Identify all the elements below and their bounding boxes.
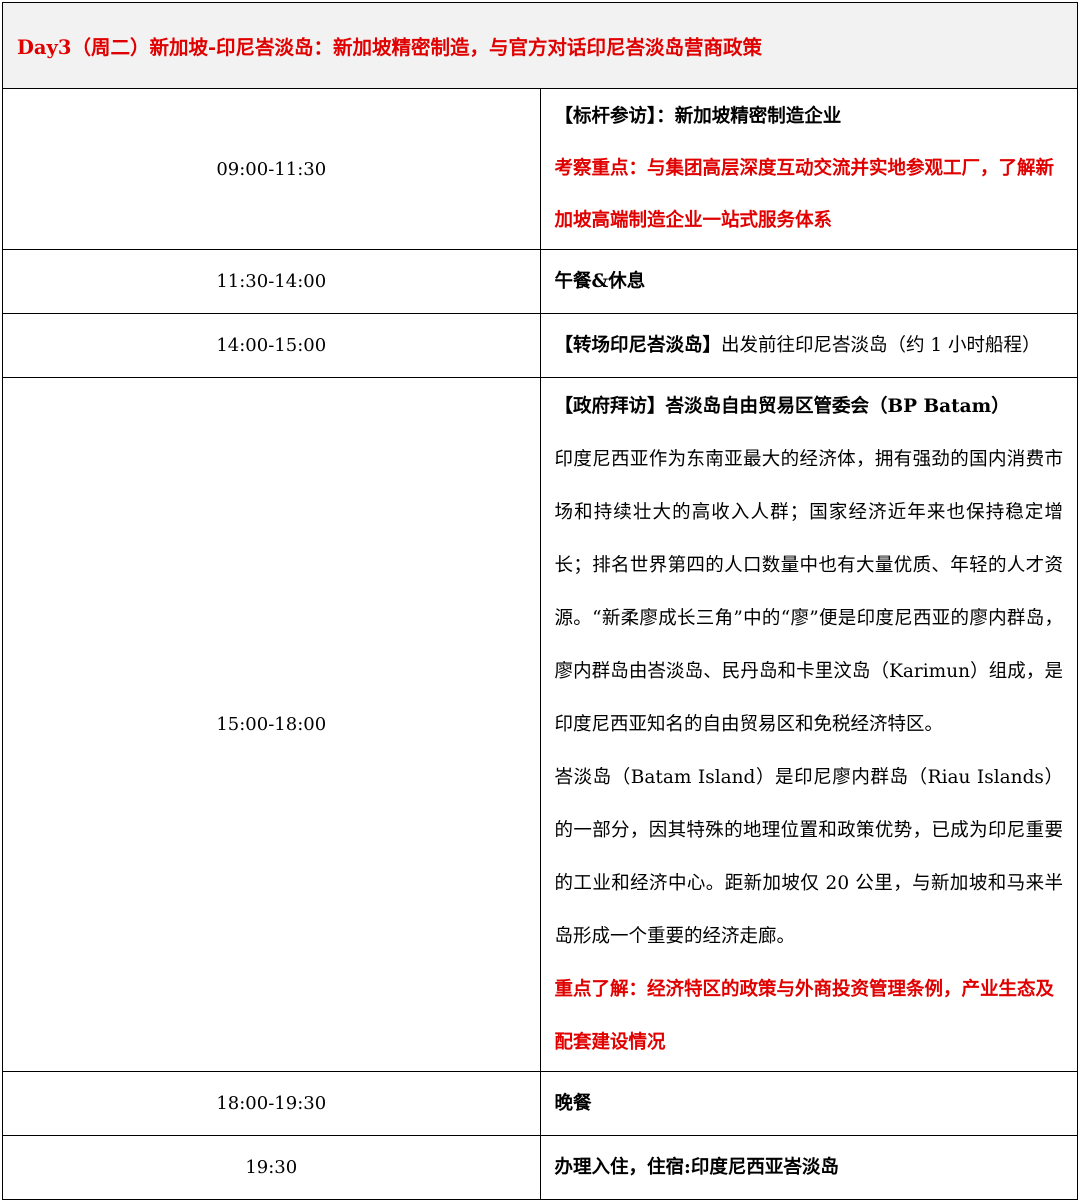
transfer-text: 出发前往印尼峇淡岛（约 1 小时船程） (721, 334, 1041, 356)
content-cell: 【转场印尼峇淡岛】出发前往印尼峇淡岛（约 1 小时船程） (539, 313, 1078, 378)
visit-heading: 【标杆参访】：新加坡精密制造企业 (555, 91, 1064, 143)
content-cell: 【政府拜访】峇淡岛自由贸易区管委会（BP Batam） 印度尼西亚作为东南亚最大… (539, 377, 1078, 1072)
table-row: 15:00-18:00 【政府拜访】峇淡岛自由贸易区管委会（BP Batam） … (2, 377, 1078, 1072)
time-cell: 11:30-14:00 (2, 249, 541, 314)
heading-tag: 【标杆参访】 (554, 106, 657, 127)
heading-tag: 【转场印尼峇淡岛】 (554, 334, 722, 356)
table-row: 18:00-19:30 晚餐 (2, 1071, 1078, 1136)
heading-tag: 【政府拜访】 (554, 396, 666, 417)
table-row: 19:30 办理入住，住宿:印度尼西亚峇淡岛 (2, 1135, 1078, 1200)
schedule-table: Day3（周二）新加坡-印尼峇淡岛：新加坡精密制造，与官方对话印尼峇淡岛营商政策… (2, 2, 1078, 1200)
time-cell: 09:00-11:30 (2, 88, 541, 250)
heading-text: 峇淡岛自由贸易区管委会（BP Batam） (665, 396, 1010, 417)
time-cell: 15:00-18:00 (2, 377, 541, 1072)
paragraph: 峇淡岛（Batam Island）是印尼廖内群岛（Riau Islands）的一… (554, 767, 1064, 947)
focus-text: 重点了解：经济特区的政策与外商投资管理条例，产业生态及配套建设情况 (554, 979, 1055, 1053)
heading-text: ：新加坡精密制造企业 (656, 106, 842, 127)
content-cell: 办理入住，住宿:印度尼西亚峇淡岛 (539, 1135, 1078, 1200)
table-row: 14:00-15:00 【转场印尼峇淡岛】出发前往印尼峇淡岛（约 1 小时船程） (2, 313, 1078, 378)
table-row: 09:00-11:30 【标杆参访】：新加坡精密制造企业 考察重点：与集团高层深… (2, 88, 1078, 250)
time-cell: 18:00-19:30 (2, 1071, 541, 1136)
content-cell: 晚餐 (539, 1071, 1078, 1136)
visit-heading: 【政府拜访】峇淡岛自由贸易区管委会（BP Batam） (555, 380, 1064, 433)
paragraph: 印度尼西亚作为东南亚最大的经济体，拥有强劲的国内消费市场和持续壮大的高收入人群；… (554, 449, 1064, 735)
focus-text: 考察重点：与集团高层深度互动交流并实地参观工厂，了解新加坡高端制造企业一站式服务… (554, 158, 1055, 231)
content-cell: 【标杆参访】：新加坡精密制造企业 考察重点：与集团高层深度互动交流并实地参观工厂… (539, 88, 1078, 250)
content-cell: 午餐&休息 (539, 249, 1078, 314)
day-header-row: Day3（周二）新加坡-印尼峇淡岛：新加坡精密制造，与官方对话印尼峇淡岛营商政策 (2, 2, 1078, 89)
time-cell: 19:30 (2, 1135, 541, 1200)
day-title: Day3（周二）新加坡-印尼峇淡岛：新加坡精密制造，与官方对话印尼峇淡岛营商政策 (2, 2, 1078, 89)
table-row: 11:30-14:00 午餐&休息 (2, 249, 1078, 314)
time-cell: 14:00-15:00 (2, 313, 541, 378)
